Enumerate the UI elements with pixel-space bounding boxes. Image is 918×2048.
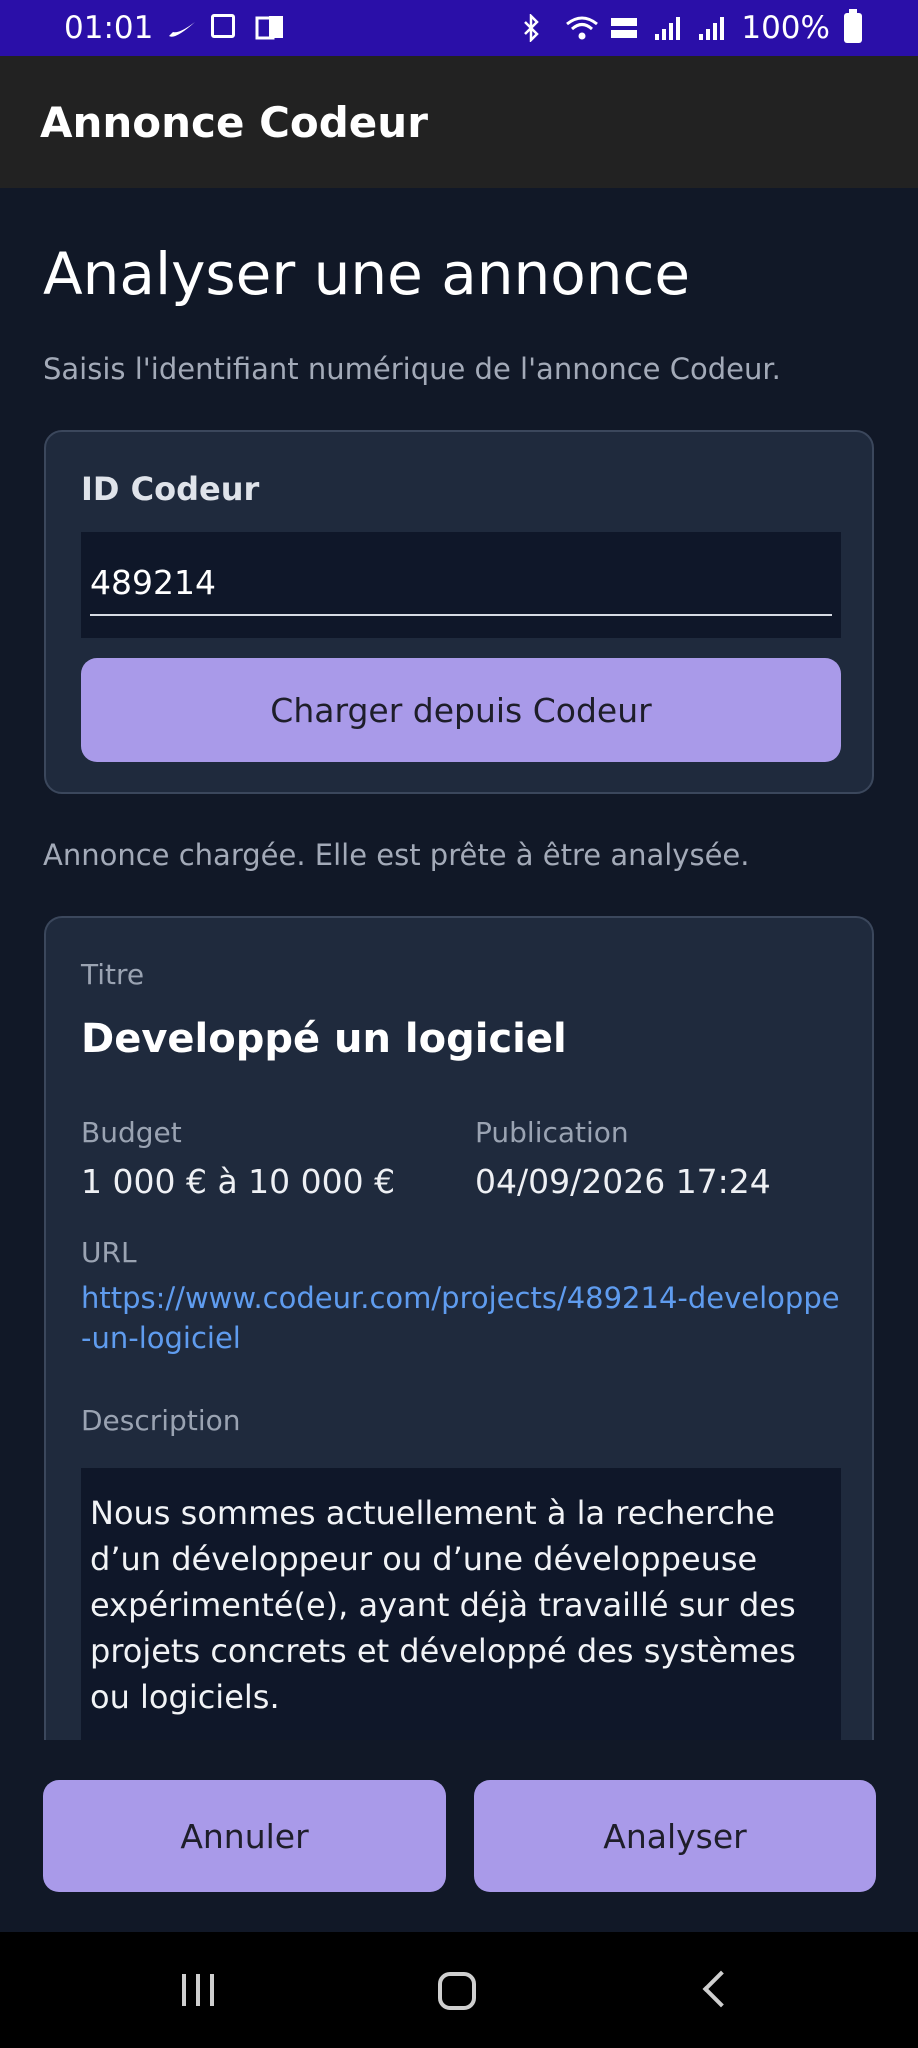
url-label: URL <box>81 1236 137 1269</box>
id-card: ID Codeur Charger depuis Codeur <box>44 430 874 794</box>
page-subtitle: Saisis l'identifiant numérique de l'anno… <box>43 352 781 386</box>
bottom-action-bar: Annuler Analyser <box>0 1740 918 1932</box>
id-field-label: ID Codeur <box>81 470 260 508</box>
analyze-button[interactable]: Analyser <box>474 1780 876 1892</box>
budget-label: Budget <box>81 1116 182 1149</box>
budget-value: 1 000 € à 10 000 € <box>81 1162 396 1201</box>
status-time: 01:01 <box>64 10 154 46</box>
status-message: Annonce chargée. Elle est prête à être a… <box>43 838 750 872</box>
publication-value: 04/09/2026 17:24 <box>475 1162 771 1201</box>
announcement-title: Developpé un logiciel <box>81 1016 567 1062</box>
home-icon[interactable] <box>438 1972 476 2010</box>
nike-icon <box>167 14 197 42</box>
id-input[interactable] <box>90 550 832 616</box>
bluetooth-icon <box>521 12 551 44</box>
publication-label: Publication <box>475 1116 629 1149</box>
battery-percent: 100% <box>741 10 830 46</box>
announcement-url-link[interactable]: https://www.codeur.com/projects/489214-d… <box>81 1278 841 1358</box>
document-icon <box>255 14 285 42</box>
title-label: Titre <box>81 958 145 991</box>
signal-icon <box>653 14 683 42</box>
recents-icon[interactable] <box>182 1974 214 2006</box>
status-bar: 01:01 100% <box>0 0 918 56</box>
signal-icon-2 <box>697 14 727 42</box>
main-content[interactable]: Analyser une annonce Saisis l'identifian… <box>0 188 918 1740</box>
battery-icon <box>844 9 862 43</box>
id-input-container <box>81 532 841 638</box>
app-bar: Annonce Codeur <box>0 56 918 188</box>
description-text[interactable]: Nous sommes actuellement à la recherche … <box>81 1468 841 1740</box>
app-title: Annonce Codeur <box>40 97 428 147</box>
system-nav-bar <box>0 1932 918 2048</box>
description-label: Description <box>81 1404 241 1437</box>
page-title: Analyser une annonce <box>43 240 691 308</box>
announcement-detail-card: Titre Developpé un logiciel Budget 1 000… <box>44 916 874 1740</box>
wifi-icon <box>565 14 599 42</box>
volte-icon <box>609 14 639 42</box>
image-icon <box>211 14 241 42</box>
load-from-codeur-button[interactable]: Charger depuis Codeur <box>81 658 841 762</box>
cancel-button[interactable]: Annuler <box>43 1780 446 1892</box>
back-icon[interactable] <box>702 1970 740 2008</box>
